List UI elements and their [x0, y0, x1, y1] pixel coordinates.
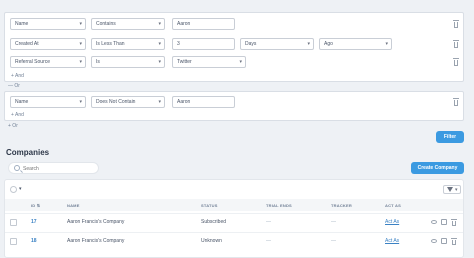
- select-all-checkbox[interactable]: [10, 186, 17, 193]
- column-header-id[interactable]: ID ⇅: [31, 203, 40, 208]
- filter-group-2: Name Does Not Contain Aaron + And: [4, 91, 464, 121]
- trash-icon[interactable]: [453, 58, 459, 66]
- filter-row: Name Contains Aaron: [5, 18, 465, 34]
- search-box: [8, 162, 99, 174]
- row-trial-ends: —: [266, 238, 271, 244]
- act-as-link[interactable]: Act As: [385, 238, 399, 244]
- value-input[interactable]: 3: [172, 38, 235, 50]
- add-and-link[interactable]: + And: [11, 112, 24, 118]
- field-select[interactable]: Referral Source: [10, 56, 86, 68]
- add-or-link[interactable]: + Or: [8, 123, 18, 129]
- eye-icon[interactable]: [431, 239, 437, 243]
- row-id-link[interactable]: 18: [31, 238, 37, 244]
- column-header-act-as: ACT AS: [385, 203, 401, 208]
- edit-icon[interactable]: [441, 238, 447, 244]
- chevron-down-icon: ▾: [455, 187, 458, 193]
- eye-icon[interactable]: [431, 220, 437, 224]
- filter-row: Name Does Not Contain Aaron: [5, 96, 465, 112]
- unit-select[interactable]: Days: [240, 38, 314, 50]
- act-as-link[interactable]: Act As: [385, 219, 399, 225]
- table-row: 18 Aaron Francis's Company Unknown — — A…: [5, 232, 463, 250]
- column-header-trial-ends: TRIAL ENDS: [266, 203, 292, 208]
- row-tracker: —: [331, 219, 336, 225]
- field-select[interactable]: Created At: [10, 38, 86, 50]
- filter-dropdown[interactable]: ▾: [443, 185, 461, 194]
- column-header-status: STATUS: [201, 203, 218, 208]
- trash-icon[interactable]: [453, 40, 459, 48]
- companies-table: ▾ ▾ ID ⇅ NAME STATUS TRIAL ENDS TRACKER …: [4, 179, 464, 258]
- search-icon: [14, 165, 20, 171]
- table-row: 17 Aaron Francis's Company Subscribed — …: [5, 213, 463, 231]
- or-divider: — Or: [8, 83, 20, 89]
- operator-select[interactable]: Is: [91, 56, 165, 68]
- row-name: Aaron Francis's Company: [67, 219, 125, 225]
- row-status: Subscribed: [201, 219, 227, 225]
- funnel-icon: [447, 187, 453, 192]
- row-tracker: —: [331, 238, 336, 244]
- trash-icon[interactable]: [451, 238, 457, 245]
- create-company-button[interactable]: Create Company: [411, 162, 464, 174]
- row-checkbox[interactable]: [10, 238, 17, 245]
- operator-select[interactable]: Is Less Than: [91, 38, 165, 50]
- row-status: Unknown: [201, 238, 222, 244]
- filter-row: Created At Is Less Than 3 Days Ago: [5, 38, 465, 54]
- row-id-link[interactable]: 17: [31, 219, 37, 225]
- page-title: Companies: [6, 148, 50, 157]
- add-and-link[interactable]: + And: [11, 73, 24, 79]
- column-header-name: NAME: [67, 203, 80, 208]
- row-trial-ends: —: [266, 219, 271, 225]
- edit-icon[interactable]: [441, 219, 447, 225]
- value-input[interactable]: Aaron: [172, 96, 235, 108]
- operator-select[interactable]: Does Not Contain: [91, 96, 165, 108]
- trash-icon[interactable]: [453, 20, 459, 28]
- table-header: ID ⇅ NAME STATUS TRIAL ENDS TRACKER ACT …: [5, 199, 463, 211]
- filter-group-1: Name Contains Aaron Created At Is Less T…: [4, 12, 464, 82]
- filter-row: Referral Source Is Twitter: [5, 56, 465, 72]
- filter-button[interactable]: Filter: [436, 131, 464, 143]
- value-input[interactable]: Aaron: [172, 18, 235, 30]
- trash-icon[interactable]: [451, 219, 457, 226]
- operator-select[interactable]: Contains: [91, 18, 165, 30]
- direction-select[interactable]: Ago: [319, 38, 392, 50]
- value-select[interactable]: Twitter: [172, 56, 246, 68]
- trash-icon[interactable]: [453, 98, 459, 106]
- field-select[interactable]: Name: [10, 18, 86, 30]
- row-name: Aaron Francis's Company: [67, 238, 125, 244]
- search-input[interactable]: [23, 164, 97, 173]
- column-header-tracker: TRACKER: [331, 203, 352, 208]
- row-checkbox[interactable]: [10, 219, 17, 226]
- field-select[interactable]: Name: [10, 96, 86, 108]
- chevron-down-icon[interactable]: ▾: [19, 186, 22, 192]
